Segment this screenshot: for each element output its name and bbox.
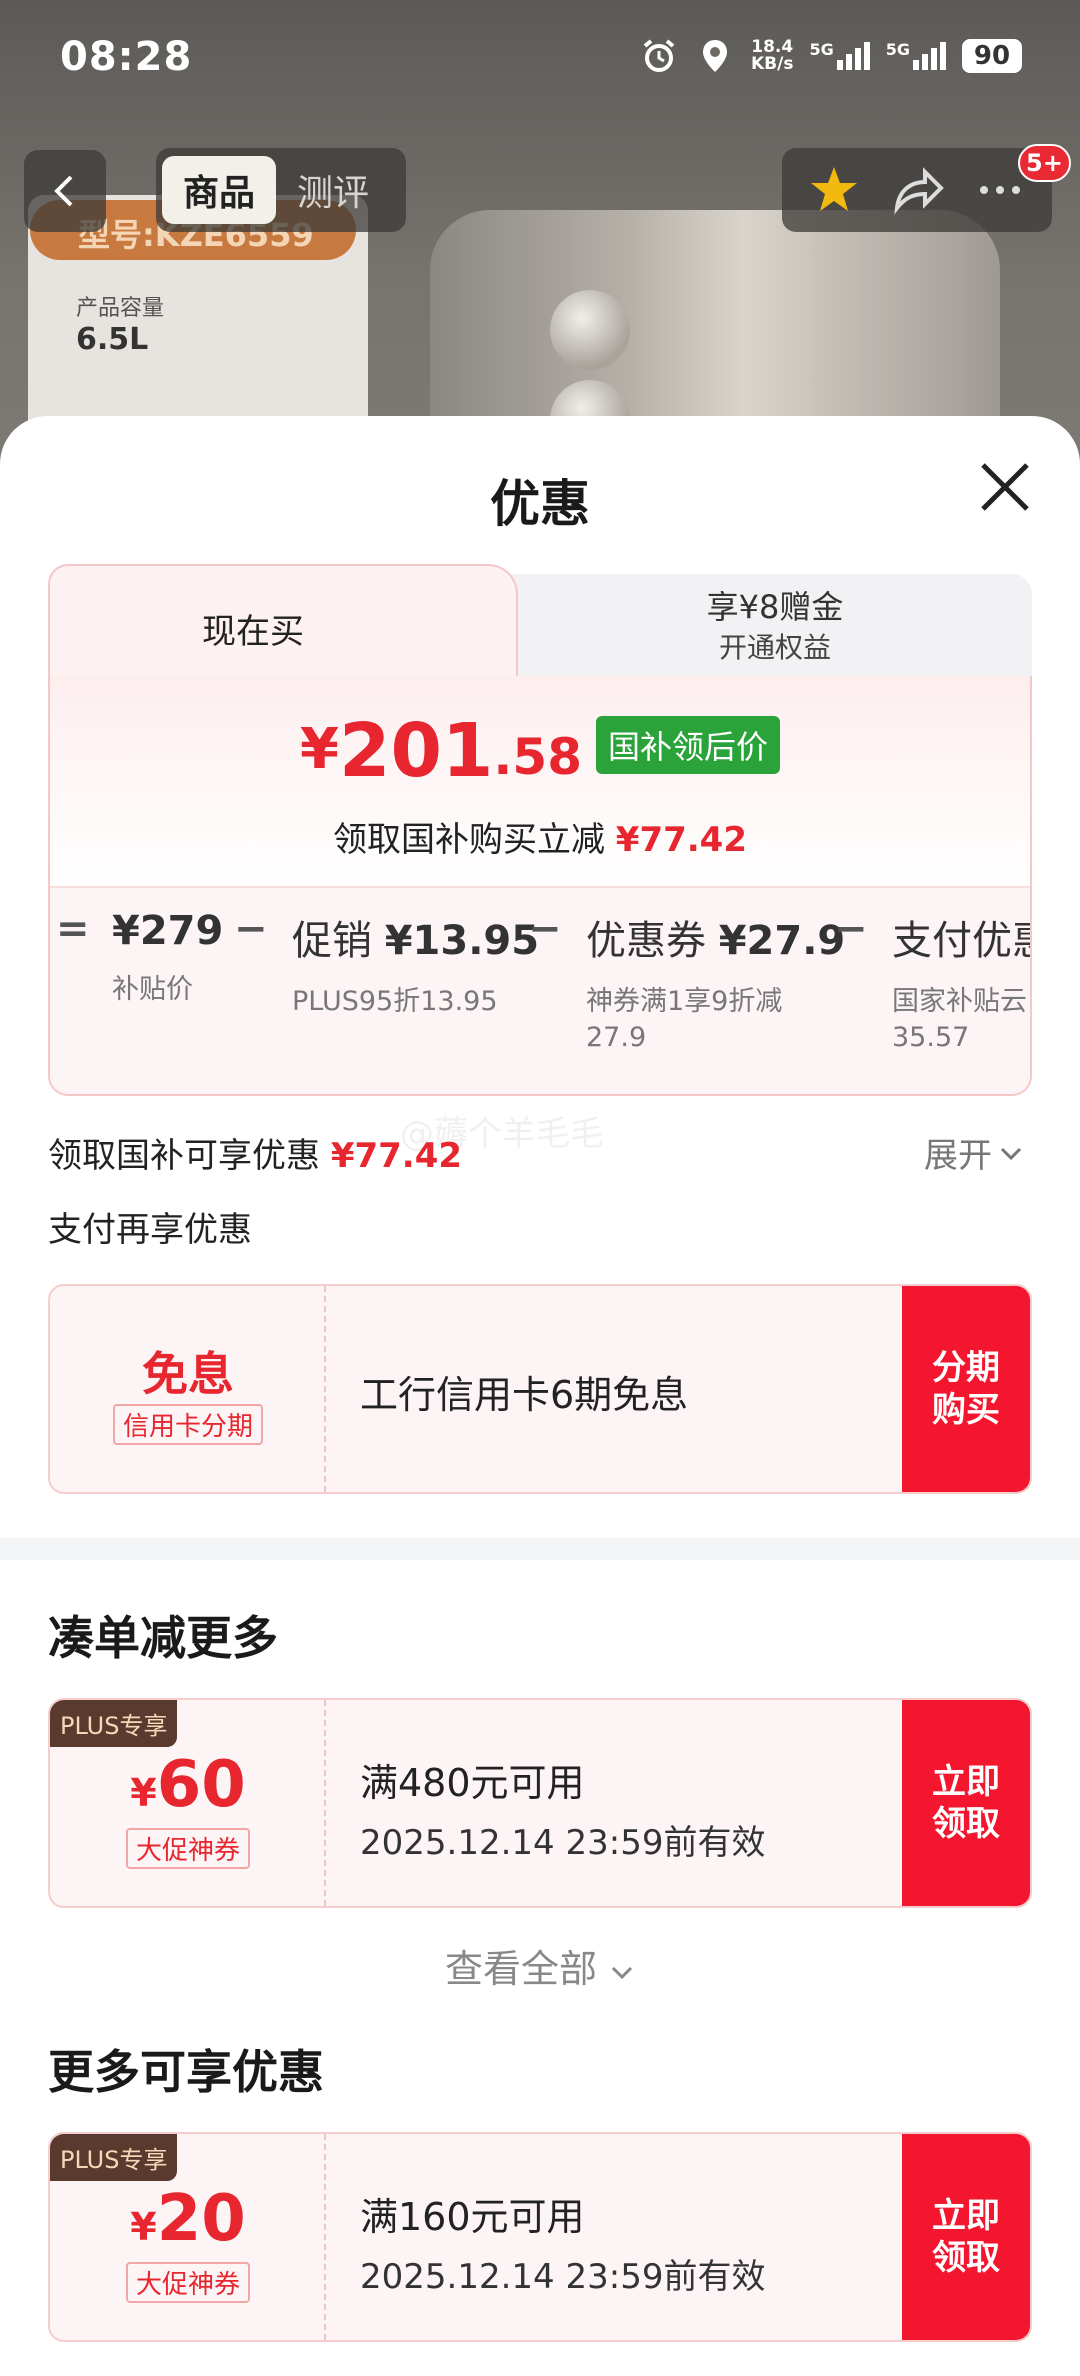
tab-plus-bonus-subtitle: 开通权益: [718, 631, 831, 664]
installment-desc: 工行信用卡6期免息: [360, 1373, 689, 1417]
price-summary: ¥ 201 .58 国补领后价 领取国补购买立减 ¥77.42: [50, 676, 1030, 886]
close-icon[interactable]: [978, 460, 1032, 514]
nav-actions: [782, 148, 1052, 232]
spec-label: 产品容量: [76, 296, 165, 321]
share-icon[interactable]: [889, 162, 945, 218]
battery-icon: 90: [962, 39, 1022, 73]
status-icons: 18.4 KB/s 5G 5G 90: [639, 36, 1022, 76]
claim-coupon-button[interactable]: 立即领取: [902, 1700, 1030, 1906]
installment-badge: 免息 信用卡分期: [50, 1286, 326, 1492]
section-divider: [0, 1538, 1080, 1560]
price-breakdown: = ¥279 补贴价 − 促销 ¥13.95 PLUS95折13.95 − 优惠…: [50, 886, 1030, 1094]
message-count-badge: 5+: [1018, 144, 1071, 182]
breakdown-item: 优惠券 ¥27.9 神券满1享9折减 27.9: [586, 918, 846, 1053]
back-button[interactable]: [24, 150, 106, 232]
credit-card-installment-tag: 信用卡分期: [112, 1404, 263, 1445]
tab-product[interactable]: 商品: [162, 156, 276, 224]
pay-more-title: 支付再享优惠: [48, 1210, 252, 1250]
network-speed: 18.4 KB/s: [751, 37, 794, 74]
tab-buy-now-label: 现在买: [202, 612, 304, 652]
favorite-star-icon[interactable]: [806, 162, 862, 218]
minus-sign: −: [834, 906, 868, 952]
breakdown-item: 促销 ¥13.95 PLUS95折13.95: [292, 918, 540, 1017]
breakdown-item: ¥279 补贴价: [112, 908, 224, 1005]
tab-plus-bonus-title: 享¥8赠金: [706, 588, 844, 626]
signal-icon: 5G: [886, 42, 946, 70]
price-card: ¥ 201 .58 国补领后价 领取国补购买立减 ¥77.42 = ¥279 补…: [48, 676, 1032, 1096]
chevron-down-icon: [1000, 1147, 1022, 1160]
nav-tabs: 商品 测评: [156, 148, 406, 232]
claim-coupon-button[interactable]: 立即领取: [902, 2134, 1030, 2340]
status-time: 08:28: [60, 34, 193, 80]
installment-card: 免息 信用卡分期 工行信用卡6期免息 分期购买: [48, 1284, 1032, 1494]
minus-sign: −: [528, 906, 562, 952]
purchase-mode-tabs: 现在买 享¥8赠金 开通权益: [48, 564, 1032, 678]
status-bar: 08:28 18.4 KB/s 5G 5G 90: [0, 0, 1080, 120]
chevron-left-icon: [54, 175, 73, 207]
coupon-info: 满160元可用 2025.12.14 23:59前有效: [360, 2195, 766, 2297]
plus-exclusive-tag: PLUS专享: [50, 2134, 178, 2181]
subsidy-row: 领取国补可享优惠 ¥77.42: [48, 1136, 463, 1176]
minus-sign: −: [234, 906, 268, 952]
expand-button[interactable]: 展开: [924, 1128, 1024, 1177]
plus-exclusive-tag: PLUS专享: [50, 1700, 178, 1747]
coupon-info: 满480元可用 2025.12.14 23:59前有效: [360, 1761, 766, 1863]
sheet-title: 优惠: [490, 475, 590, 533]
price-decimal: .58: [493, 728, 582, 786]
discount-sheet: 优惠 现在买 享¥8赠金 开通权益 ¥ 201 .58 国补领后价 领取国补购买…: [0, 416, 1080, 2376]
coupon-card: PLUS专享 ¥60 大促神券 满480元可用 2025.12.14 23:59…: [48, 1698, 1032, 1908]
installment-buy-button[interactable]: 分期购买: [902, 1286, 1030, 1492]
chevron-down-icon: [611, 1966, 633, 1979]
more-section-title: 更多可享优惠: [48, 2045, 324, 2099]
coupon-value: PLUS专享 ¥60 大促神券: [50, 1700, 326, 1906]
product-page-background: 型号:KZE6559 产品容量 6.5L 08:28 18.4 KB/s 5G: [0, 0, 1080, 460]
price-currency: ¥: [299, 717, 339, 782]
final-price: ¥ 201 .58 国补领后价: [50, 714, 1030, 788]
spec-value: 6.5L: [76, 322, 149, 357]
view-all-button[interactable]: 查看全部: [0, 1938, 1080, 1993]
breakdown-item: 支付优惠 国家补贴云35.57: [892, 918, 1030, 1053]
coupon-card: PLUS专享 ¥20 大促神券 满160元可用 2025.12.14 23:59…: [48, 2132, 1032, 2342]
promo-coupon-tag: 大促神券: [125, 1828, 250, 1869]
combine-section-title: 凑单减更多: [48, 1611, 278, 1665]
coupon-value: PLUS专享 ¥20 大促神券: [50, 2134, 326, 2340]
subsidy-price-tag: 国补领后价: [596, 716, 781, 774]
promo-coupon-tag: 大促神券: [125, 2262, 250, 2303]
tab-review[interactable]: 测评: [276, 156, 390, 224]
alarm-icon: [643, 39, 675, 72]
price-savings: 领取国补购买立减 ¥77.42: [332, 820, 747, 860]
location-icon: [703, 40, 727, 72]
price-integer: 201: [338, 708, 494, 794]
signal-icon: 5G: [809, 42, 870, 70]
equals-sign: =: [56, 906, 90, 952]
knob-shape: [550, 290, 630, 370]
